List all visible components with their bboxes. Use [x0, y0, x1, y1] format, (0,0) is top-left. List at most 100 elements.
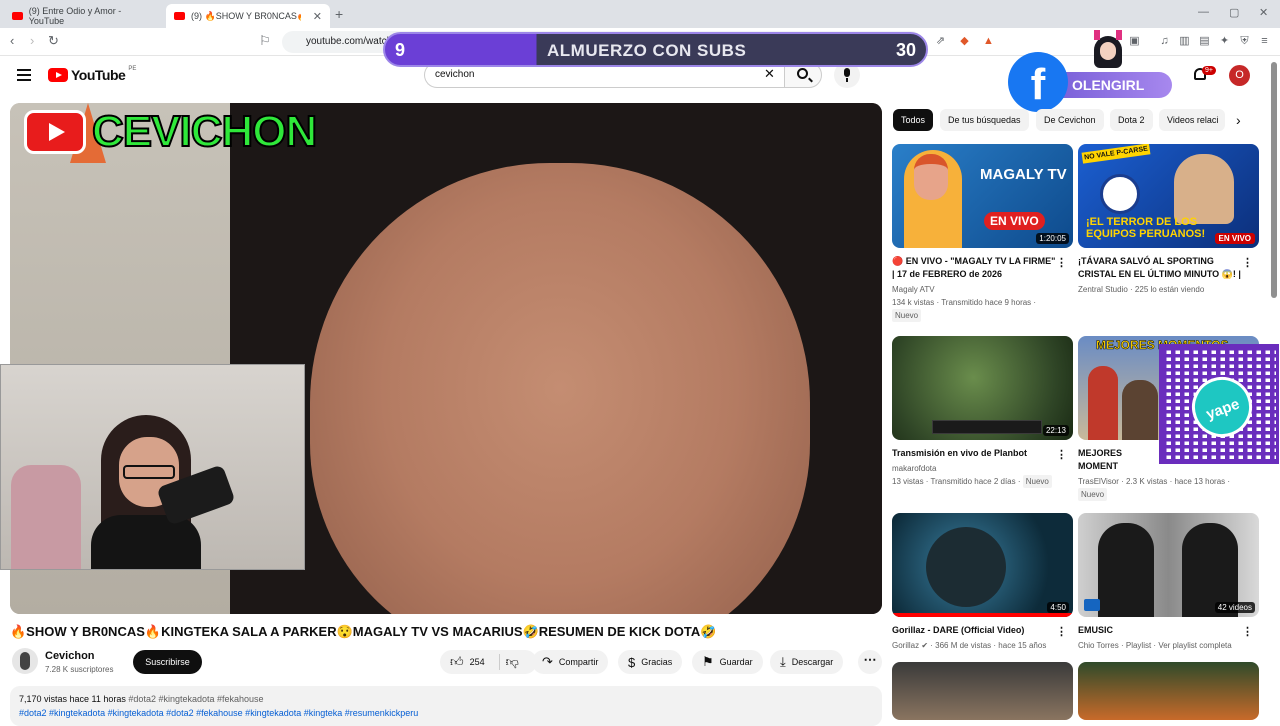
recommendation-card[interactable]: MAGALY TV EN VIVO 1:20:05 🔴 EN VIVO - "M…: [892, 144, 1073, 322]
thanks-button[interactable]: $ Gracias: [618, 650, 683, 674]
facebook-handle: OLENGIRL: [1060, 72, 1172, 98]
avatar[interactable]: O: [1229, 65, 1250, 86]
video-duration: 4:50: [1047, 602, 1069, 613]
kebab-menu-icon[interactable]: ⋮: [1056, 448, 1067, 461]
rewards-icon[interactable]: ▲: [982, 35, 995, 48]
card-title[interactable]: MEJORES MOMENT FEBRERO 09: [1078, 447, 1158, 473]
description-box[interactable]: 7,170 vistas hace 11 horas #dota2 #kingt…: [10, 686, 882, 726]
card-channel[interactable]: Gorillaz ✔ · 366 M de vistas · hace 15 a…: [892, 639, 1067, 652]
youtube-logo[interactable]: YouTube PE: [48, 66, 137, 83]
thumb-badge: EN VIVO: [984, 212, 1045, 230]
back-icon[interactable]: ‹: [10, 33, 14, 48]
close-window-icon[interactable]: ✕: [1259, 6, 1268, 19]
like-button[interactable]: 👍︎ 254 👎︎: [440, 650, 537, 674]
card-channel[interactable]: makarofdota: [892, 462, 1067, 475]
download-icon: ⤓: [780, 654, 786, 669]
search-icon: [797, 68, 808, 79]
video-thumbnail[interactable]: [892, 662, 1073, 720]
clear-search-icon[interactable]: ✕: [764, 66, 775, 82]
sidebar-icon[interactable]: ▥: [1178, 35, 1191, 48]
inline-tags: #dota2 #kingtekadota #fekahouse: [128, 694, 264, 704]
close-tab-icon[interactable]: ✕: [313, 10, 322, 23]
yape-qr-code: yape: [1159, 344, 1279, 464]
subscriber-count: 7.28 K suscriptores: [45, 665, 114, 674]
recommendation-card[interactable]: NO VALE P-CARSE ¡EL TERROR DE LOS EQUIPO…: [1078, 144, 1259, 296]
bookmark-icon: ⚑: [702, 654, 714, 669]
video-thumbnail[interactable]: NO VALE P-CARSE ¡EL TERROR DE LOS EQUIPO…: [1078, 144, 1259, 248]
card-title[interactable]: Transmisión en vivo de Planbot: [892, 447, 1057, 460]
hashtags[interactable]: #dota2 #kingtekadota #kingtekadota #dota…: [19, 708, 873, 718]
card-title[interactable]: 🔴 EN VIVO - "MAGALY TV LA FIRME" | 17 de…: [892, 255, 1057, 281]
video-thumbnail[interactable]: 4:50: [892, 513, 1073, 617]
overlay-left-number: 9: [395, 40, 406, 60]
card-channel[interactable]: Magaly ATV: [892, 283, 1067, 296]
thumbs-down-icon[interactable]: 👎︎: [506, 654, 519, 670]
game-hud: [932, 420, 1042, 434]
download-label: Descargar: [791, 657, 834, 667]
vpn-icon[interactable]: ⛨: [1238, 35, 1251, 48]
menu-icon[interactable]: ≡: [1258, 35, 1271, 48]
maximize-icon[interactable]: ▢: [1229, 6, 1239, 19]
card-title[interactable]: EMUSIC: [1078, 624, 1243, 637]
kebab-menu-icon[interactable]: ⋮: [1242, 256, 1253, 269]
forward-icon[interactable]: ›: [30, 33, 34, 48]
video-thumbnail[interactable]: 22:13: [892, 336, 1073, 440]
download-button[interactable]: ⤓ Descargar: [770, 650, 844, 674]
share-label: Compartir: [558, 657, 599, 667]
thumb-text: ¡EL TERROR DE LOS EQUIPOS PERUANOS!: [1086, 216, 1206, 240]
chip-dota-2[interactable]: Dota 2: [1110, 109, 1153, 131]
video-thumbnail[interactable]: MAGALY TV EN VIVO 1:20:05: [892, 144, 1073, 248]
music-icon[interactable]: ♫: [1158, 35, 1171, 48]
bookmark-icon[interactable]: ⚐: [259, 33, 271, 49]
share-icon: ↷: [542, 654, 553, 669]
kebab-menu-icon[interactable]: ⋮: [1242, 625, 1253, 638]
card-meta: 13 vistas · Transmitido hace 2 días ·: [892, 477, 1021, 486]
page-scrollbar[interactable]: [1271, 62, 1277, 298]
channel-watermark-text: CEVICHON: [91, 106, 318, 157]
recommendation-card[interactable]: 42 videos EMUSIC ⋮ Chio Torres · Playlis…: [1078, 513, 1259, 652]
share-icon[interactable]: ⇗: [934, 35, 947, 48]
hamburger-menu-icon[interactable]: [17, 69, 31, 81]
chip-videos-relacionados[interactable]: Videos relaci: [1159, 109, 1225, 131]
host-face: [914, 154, 948, 200]
extension-icon[interactable]: ▣: [1128, 35, 1141, 48]
chip-de-cevichon[interactable]: De Cevichon: [1036, 109, 1104, 131]
channel-name[interactable]: Cevichon: [45, 650, 95, 662]
like-count: 254: [469, 657, 485, 667]
tab-title: (9) 🔥SHOW Y BR0NCAS🔥KING: [190, 10, 301, 21]
card-channel[interactable]: Chio Torres · Playlist · Ver playlist co…: [1078, 639, 1253, 652]
chip-de-tus-busquedas[interactable]: De tus búsquedas: [940, 109, 1029, 131]
recommendation-card[interactable]: 4:50 Gorillaz - DARE (Official Video) ⋮ …: [892, 513, 1073, 652]
country-code: PE: [128, 66, 137, 72]
chip-todos[interactable]: Todos: [893, 109, 934, 131]
reload-icon[interactable]: ↻: [48, 33, 59, 49]
card-title[interactable]: Gorillaz - DARE (Official Video): [892, 624, 1057, 637]
minimize-icon[interactable]: —: [1198, 6, 1209, 18]
brave-shield-icon[interactable]: ◆: [958, 35, 971, 48]
youtube-play-icon: [48, 68, 68, 82]
kebab-menu-icon[interactable]: ⋮: [1056, 256, 1067, 269]
leo-icon[interactable]: ✦: [1218, 35, 1231, 48]
subscribe-button[interactable]: Suscribirse: [133, 650, 202, 674]
card-title[interactable]: ¡TÁVARA SALVÓ AL SPORTING CRISTAL EN EL …: [1078, 255, 1243, 281]
person-figure: [1122, 380, 1158, 440]
video-thumbnail[interactable]: 42 videos: [1078, 513, 1259, 617]
youtube-favicon-icon: [174, 12, 185, 20]
more-actions-icon[interactable]: ⋯: [858, 650, 882, 674]
channel-watermark: CEVICHON: [24, 106, 318, 157]
chevron-right-icon[interactable]: ›: [1236, 112, 1241, 128]
new-badge: Nuevo: [1078, 488, 1108, 501]
video-title: 🔥SHOW Y BR0NCAS🔥KINGTEKA SALA A PARKER😯M…: [10, 624, 717, 639]
recommendation-card[interactable]: 22:13 Transmisión en vivo de Planbot ⋮ m…: [892, 336, 1073, 488]
new-tab-icon[interactable]: +: [335, 6, 343, 22]
wallet-icon[interactable]: ▤: [1198, 35, 1211, 48]
browser-tab-active[interactable]: (9) 🔥SHOW Y BR0NCAS🔥KING ✕: [166, 4, 330, 28]
browser-tab[interactable]: (9) Entre Odio y Amor - YouTube: [4, 4, 164, 28]
save-button[interactable]: ⚑ Guardar: [692, 650, 763, 674]
channel-avatar[interactable]: [12, 648, 38, 674]
card-channel[interactable]: Zentral Studio · 225 lo están viendo: [1078, 283, 1253, 296]
kebab-menu-icon[interactable]: ⋮: [1056, 625, 1067, 638]
share-button[interactable]: ↷ Compartir: [532, 650, 609, 674]
card-channel[interactable]: TrasElVisor · 2.3 K vistas · hace 13 hor…: [1078, 475, 1253, 488]
video-thumbnail[interactable]: [1078, 662, 1259, 720]
